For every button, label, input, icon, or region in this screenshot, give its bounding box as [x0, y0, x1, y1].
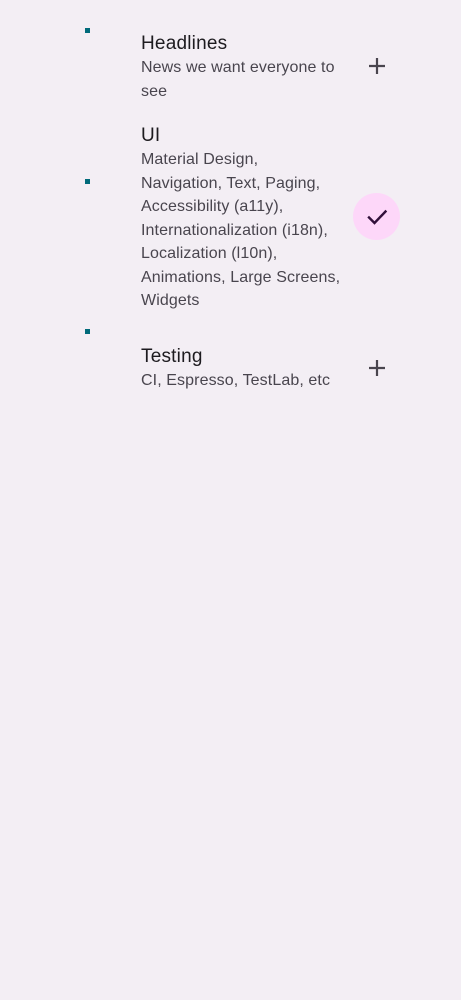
topic-title: Testing — [141, 346, 203, 367]
topic-item-testing[interactable]: Testing CI, Espresso, TestLab, etc — [0, 0, 461, 400]
add-icon — [368, 359, 385, 376]
topic-thumbnail — [85, 329, 90, 334]
topic-text: Testing CI, Espresso, TestLab, etc — [141, 345, 341, 393]
topic-description: CI, Espresso, TestLab, etc — [141, 372, 331, 389]
follow-button[interactable] — [353, 344, 400, 391]
